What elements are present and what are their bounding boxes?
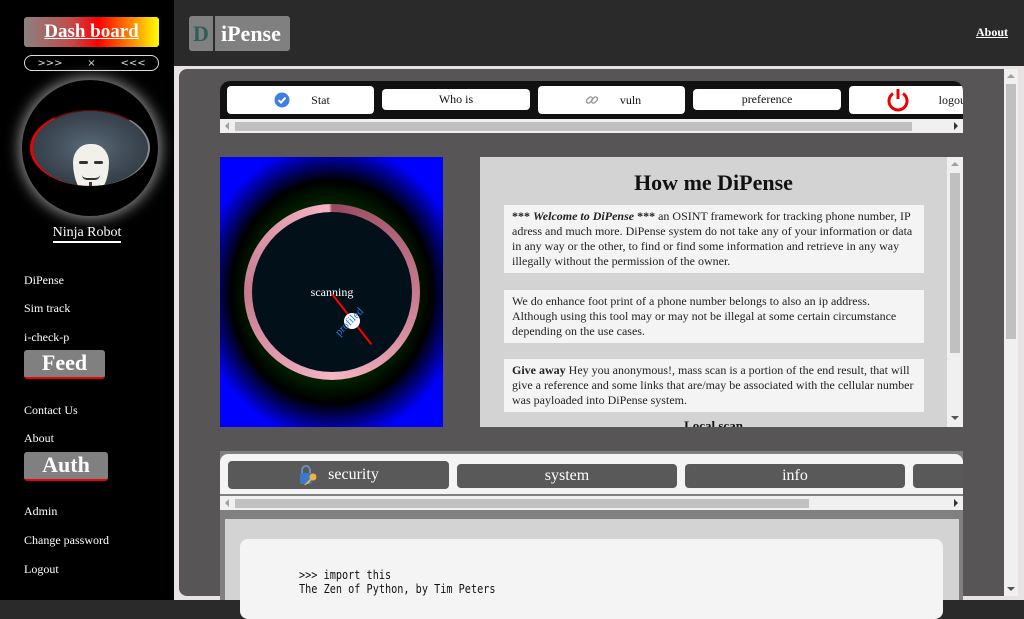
scan-gauge-panel: scanning profiled bbox=[220, 157, 443, 427]
tab-preference-label: preference bbox=[741, 92, 793, 106]
give-away-text: Hey you anonymous!, mass scan is a porti… bbox=[512, 363, 914, 407]
code-output: >>> import this The Zen of Python, by Ti… bbox=[299, 568, 496, 596]
welcome-lead: *** bbox=[512, 209, 533, 223]
scroll-right-arrow-icon[interactable] bbox=[954, 499, 958, 507]
code-line-2: The Zen of Python, by Tim Peters bbox=[299, 582, 496, 596]
link-icon bbox=[585, 96, 599, 104]
scroll-left-arrow-icon[interactable] bbox=[225, 499, 229, 507]
brand-logo[interactable]: D iPense bbox=[189, 16, 290, 51]
about-link[interactable]: About bbox=[976, 25, 1008, 40]
power-icon bbox=[887, 89, 909, 112]
sidebar-toggle[interactable]: >>> × <<< bbox=[24, 55, 159, 71]
tab-stat[interactable]: Stat bbox=[227, 86, 374, 114]
gauge-ring: scanning profiled bbox=[244, 204, 420, 380]
top-bar: D iPense About bbox=[174, 0, 1024, 66]
top-tab-strip: Stat Who is vuln preference logout bbox=[220, 81, 963, 119]
scrollbar-thumb[interactable] bbox=[235, 122, 912, 131]
welcome-title: Welcome to DiPense bbox=[533, 209, 635, 223]
close-icon[interactable]: × bbox=[87, 58, 95, 69]
footprint-text: We do enhance foot print of a phone numb… bbox=[512, 294, 897, 338]
collapse-arrows[interactable]: <<< bbox=[120, 58, 145, 69]
sidebar-item-change-password[interactable]: Change password bbox=[24, 533, 109, 548]
tab-preference[interactable]: preference bbox=[693, 89, 841, 110]
tab-more[interactable] bbox=[913, 464, 963, 488]
scroll-left-arrow-icon[interactable] bbox=[225, 122, 229, 130]
sidebar-item-dipense[interactable]: DiPense bbox=[24, 273, 64, 288]
scroll-up-arrow-icon[interactable] bbox=[1007, 74, 1015, 78]
give-away-card: Give away Hey you anonymous!, mass scan … bbox=[504, 359, 924, 412]
sidebar-item-logout[interactable]: Logout bbox=[24, 562, 59, 577]
tab-security[interactable]: security bbox=[228, 461, 449, 489]
feed-section-button[interactable]: Feed bbox=[24, 350, 105, 379]
tab-stat-label: Stat bbox=[311, 92, 330, 107]
auth-section-button[interactable]: Auth bbox=[24, 452, 108, 481]
scroll-down-arrow-icon[interactable] bbox=[951, 416, 959, 420]
tab-info[interactable]: info bbox=[685, 464, 905, 488]
scrollbar-thumb[interactable] bbox=[1006, 84, 1016, 339]
brand-initial: D bbox=[189, 16, 215, 51]
give-away-title: Give away bbox=[512, 363, 566, 377]
sidebar: Dash board >>> × <<< Ninja Robot DiPense… bbox=[0, 0, 174, 600]
tab-logout-label: logout bbox=[938, 92, 963, 107]
check-circle-icon bbox=[274, 92, 290, 108]
avatar-ring bbox=[30, 110, 150, 186]
user-name-container: Ninja Robot bbox=[0, 223, 174, 243]
info-title: How me DiPense bbox=[634, 170, 793, 195]
scroll-right-arrow-icon[interactable] bbox=[954, 122, 958, 130]
sidebar-item-admin[interactable]: Admin bbox=[24, 504, 57, 519]
bottom-tab-strip: security system info bbox=[220, 454, 963, 494]
top-tabs-scrollbar[interactable] bbox=[220, 119, 963, 133]
code-panel: >>> import this The Zen of Python, by Ti… bbox=[225, 519, 959, 619]
tab-who-is-label: Who is bbox=[438, 92, 474, 106]
expand-arrows[interactable]: >>> bbox=[37, 58, 62, 69]
welcome-lead-end: *** bbox=[634, 209, 656, 223]
info-scrollbar[interactable] bbox=[947, 157, 963, 427]
sidebar-item-about[interactable]: About bbox=[24, 431, 54, 446]
tab-info-label: info bbox=[782, 467, 808, 484]
tab-logout[interactable]: logout bbox=[849, 86, 963, 114]
tab-system-label: system bbox=[544, 467, 590, 484]
welcome-card: *** Welcome to DiPense *** an OSINT fram… bbox=[504, 205, 924, 273]
tab-system[interactable]: system bbox=[457, 464, 677, 488]
main-scrollbar[interactable] bbox=[1004, 69, 1018, 596]
sidebar-item-i-check-p[interactable]: i-check-p bbox=[24, 330, 69, 345]
code-line-1: >>> import this bbox=[299, 568, 392, 582]
code-card: >>> import this The Zen of Python, by Ti… bbox=[240, 539, 943, 619]
scrollbar-thumb[interactable] bbox=[950, 173, 960, 353]
user-name[interactable]: Ninja Robot bbox=[52, 225, 122, 243]
brand-name: iPense bbox=[215, 16, 290, 51]
local-scan-heading: Local scan bbox=[684, 418, 743, 427]
scrollbar-thumb[interactable] bbox=[235, 499, 809, 508]
scroll-up-arrow-icon[interactable] bbox=[951, 162, 959, 166]
footprint-card: We do enhance foot print of a phone numb… bbox=[504, 290, 924, 343]
bottom-tabs-scrollbar[interactable] bbox=[220, 496, 963, 510]
sidebar-item-sim-track[interactable]: Sim track bbox=[24, 301, 70, 316]
sidebar-item-contact-us[interactable]: Contact Us bbox=[24, 403, 78, 418]
dashboard-button[interactable]: Dash board bbox=[24, 17, 159, 47]
tab-vuln-label: vuln bbox=[619, 92, 642, 107]
avatar bbox=[22, 80, 158, 216]
scroll-down-arrow-icon[interactable] bbox=[1007, 587, 1015, 591]
tab-vuln[interactable]: vuln bbox=[538, 86, 685, 114]
tab-who-is[interactable]: Who is bbox=[382, 89, 530, 110]
tab-security-label: security bbox=[328, 466, 379, 483]
lock-key-icon bbox=[300, 465, 317, 485]
info-panel: How me DiPense *** Welcome to DiPense **… bbox=[480, 157, 963, 427]
